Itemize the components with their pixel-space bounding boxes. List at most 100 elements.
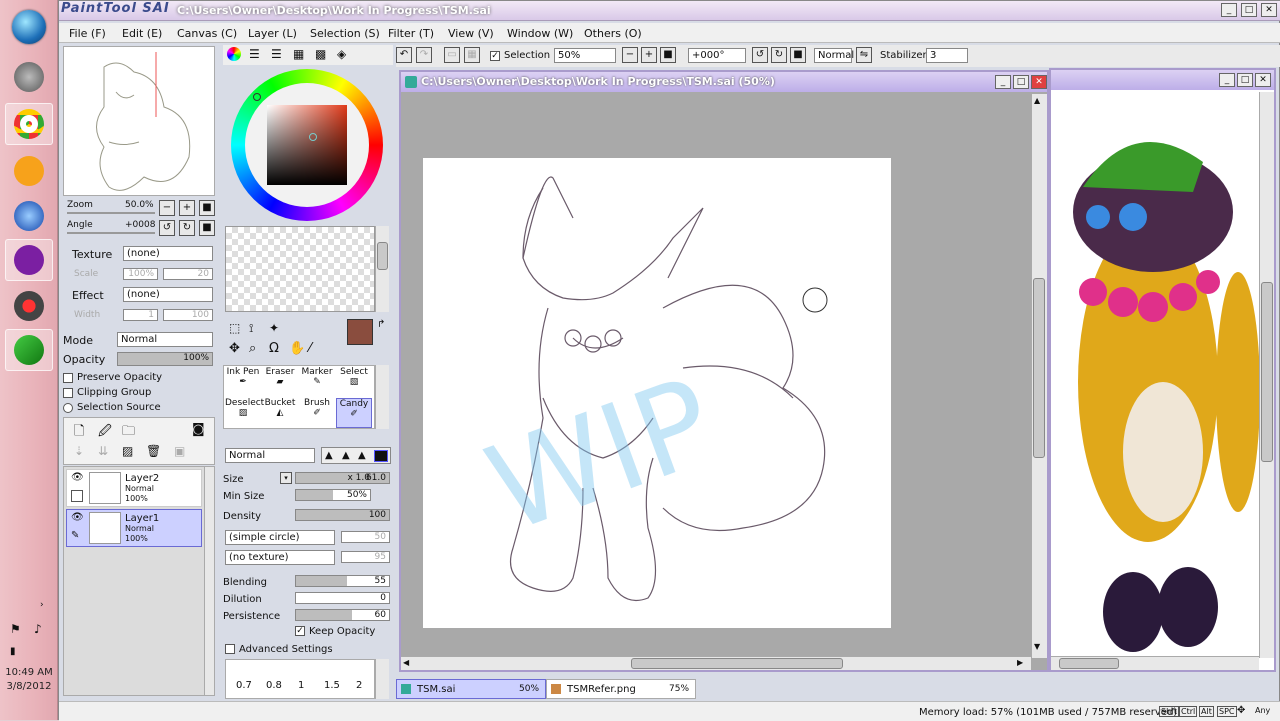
eye-icon[interactable]: 👁 (71, 472, 84, 483)
eye-icon[interactable]: 👁 (71, 512, 84, 523)
tool-marker[interactable]: Marker ✎ (299, 367, 335, 397)
layer-row-2[interactable]: 👁 Layer2 Normal 100% (66, 469, 202, 507)
scratchpad-scrollbar[interactable] (375, 226, 389, 312)
menu-selection[interactable]: Selection (S) (310, 27, 380, 40)
canvas-vertical-scrollbar[interactable]: ▲ ▼ (1031, 94, 1047, 658)
nav-zoom-out-icon[interactable]: − (159, 200, 175, 216)
drawing-canvas[interactable]: WIP (423, 158, 891, 628)
preserve-opacity-checkbox[interactable] (63, 373, 73, 383)
menu-canvas[interactable]: Canvas (C) (177, 27, 237, 40)
canvas-horizontal-scrollbar[interactable]: ◀ ▶ (401, 656, 1031, 670)
preset-size-0[interactable]: 0.7 (236, 680, 252, 691)
pen-icon[interactable]: ✎ (71, 530, 79, 541)
presets-scrollbar[interactable] (375, 659, 389, 699)
navigator-preview[interactable] (63, 46, 215, 196)
tool-select[interactable]: Select ▧ (336, 367, 372, 397)
layer-row-1[interactable]: 👁 ✎ Layer1 Normal 100% (66, 509, 202, 547)
redo-icon[interactable]: ↷ (416, 47, 432, 63)
start-orb[interactable] (5, 6, 53, 48)
scale-num-field[interactable]: 20 (163, 268, 213, 280)
menu-others[interactable]: Others (O) (584, 27, 642, 40)
width-num-field[interactable]: 100 (163, 309, 213, 321)
color-wheel[interactable] (231, 69, 383, 221)
menu-view[interactable]: View (V) (448, 27, 494, 40)
canvas-maximize-button[interactable]: □ (1013, 75, 1029, 89)
clipping-group-checkbox[interactable] (63, 388, 73, 398)
clock-time[interactable]: 10:49 AM (0, 667, 58, 678)
ref-vertical-scrollbar[interactable] (1259, 92, 1274, 658)
dilution-slider[interactable]: 0 (295, 592, 390, 604)
selection-source-radio[interactable] (63, 403, 73, 413)
shape-hard-icon[interactable]: ▲ (358, 450, 366, 461)
maximize-button[interactable]: □ (1241, 3, 1257, 17)
tool-ink-pen[interactable]: Ink Pen ✒ (225, 367, 261, 397)
tool-deselect[interactable]: Deselect ▨ (225, 398, 264, 428)
taskbar-recorder[interactable] (5, 285, 53, 327)
color-picker-cursor[interactable] (309, 133, 317, 141)
new-folder-icon[interactable]: 🗀 (122, 422, 135, 444)
brush-texture-select[interactable]: (no texture) (225, 550, 335, 565)
canvas-close-button[interactable]: ✕ (1031, 75, 1047, 89)
nav-zoom-slider[interactable] (67, 212, 155, 214)
hue-cursor[interactable] (253, 93, 261, 101)
nav-rotate-reset-icon[interactable]: ■ (199, 220, 215, 236)
rotate-left-icon[interactable]: ↺ (752, 47, 768, 63)
palette-icon[interactable]: ▩ (315, 47, 326, 61)
tab-tsm-sai[interactable]: TSM.sai 50% (396, 679, 546, 699)
invert-selection-icon[interactable]: ▦ (464, 47, 480, 63)
menu-filter[interactable]: Filter (T) (388, 27, 434, 40)
rotate-tool-icon[interactable]: Ω (269, 341, 279, 356)
nav-rotate-left-icon[interactable]: ↺ (159, 220, 175, 236)
clear-layer-icon[interactable]: ▨ (122, 444, 133, 458)
merge-down-icon[interactable]: ⇊ (98, 444, 108, 458)
ref-maximize-button[interactable]: □ (1237, 73, 1253, 87)
new-linework-layer-icon[interactable]: 🖉 (98, 422, 112, 444)
tool-eraser[interactable]: Eraser ▰ (262, 367, 298, 397)
selection-checkbox[interactable]: ✓ (490, 51, 500, 61)
clock-date[interactable]: 3/8/2012 (0, 681, 58, 692)
rgb-slider-icon[interactable]: ☰ (249, 47, 260, 61)
texture-select[interactable]: (none) (123, 246, 213, 261)
menu-file[interactable]: File (F) (69, 27, 106, 40)
preset-size-2[interactable]: 1 (298, 680, 304, 691)
lasso-icon[interactable]: ⟟ (249, 321, 253, 336)
menu-edit[interactable]: Edit (E) (122, 27, 162, 40)
tool-palette-scrollbar[interactable] (375, 365, 389, 429)
apply-mask-icon[interactable]: ▣ (174, 444, 185, 458)
tool-candy[interactable]: Candy ✐ (336, 398, 372, 428)
taskbar-yahoo[interactable] (5, 239, 53, 281)
angle-select[interactable]: +000° (688, 48, 746, 63)
zoom-reset-icon[interactable]: ■ (660, 47, 676, 63)
swatches-icon[interactable]: ▦ (293, 47, 304, 61)
preset-size-4[interactable]: 2 (356, 680, 362, 691)
canvas-minimize-button[interactable]: _ (995, 75, 1011, 89)
tool-bucket[interactable]: Bucket ◭ (262, 398, 298, 428)
close-button[interactable]: ✕ (1261, 3, 1277, 17)
opacity-slider[interactable]: 100% (117, 352, 213, 366)
stabilizer-select[interactable]: 3 (926, 48, 968, 63)
volume-icon[interactable]: ♪ (34, 622, 42, 636)
rect-select-icon[interactable]: ⬚ (229, 321, 240, 335)
blend-mode-select[interactable]: Normal (225, 448, 315, 463)
color-wheel-icon[interactable] (227, 47, 241, 61)
magic-wand-icon[interactable]: ✦ (269, 321, 279, 335)
move-icon[interactable]: ✥ (229, 341, 240, 356)
magnifier-icon[interactable]: ⌕ (249, 341, 256, 356)
density-slider[interactable]: 100 (295, 509, 390, 521)
color-square[interactable] (267, 105, 347, 185)
advanced-settings-checkbox[interactable] (225, 644, 235, 654)
ref-close-button[interactable]: ✕ (1255, 73, 1271, 87)
deselect-icon[interactable]: ▭ (444, 47, 460, 63)
hsv-slider-icon[interactable]: ☰ (271, 47, 282, 61)
shape-soft-icon[interactable]: ▲ (325, 450, 333, 461)
view-mode-button[interactable]: Normal (814, 48, 854, 63)
primary-color-swatch[interactable] (347, 319, 373, 345)
taskbar-sai[interactable] (5, 329, 53, 371)
taskbar-itunes[interactable] (5, 195, 53, 237)
swap-colors-icon[interactable]: ↱ (377, 319, 385, 330)
texture-num-field[interactable]: 95 (341, 551, 390, 563)
transfer-down-icon[interactable]: ⇣ (74, 444, 84, 458)
taskbar-joinme[interactable] (5, 150, 53, 192)
menu-layer[interactable]: Layer (L) (248, 27, 297, 40)
nav-zoom-in-icon[interactable]: + (179, 200, 195, 216)
